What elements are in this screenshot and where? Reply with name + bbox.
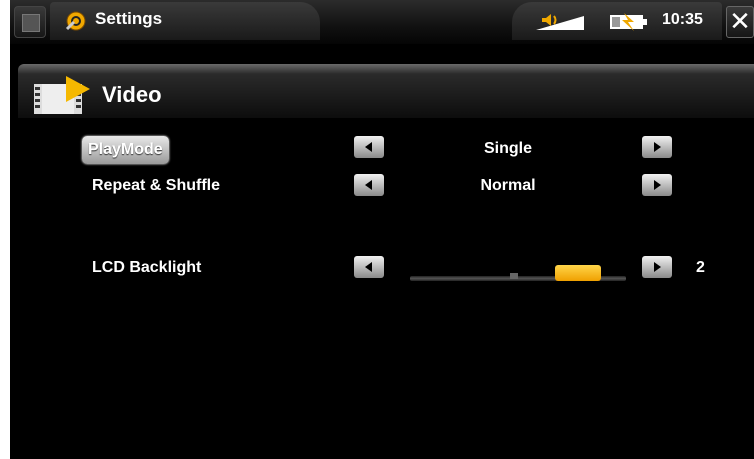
playmode-value: Single xyxy=(483,140,532,157)
playmode-prev-button[interactable] xyxy=(354,136,384,158)
section-title: Video xyxy=(102,82,162,107)
gear-icon xyxy=(65,11,86,31)
repeat-shuffle-prev-button[interactable] xyxy=(354,174,384,196)
lcd-backlight-increase-button[interactable] xyxy=(642,256,672,278)
header-divider xyxy=(18,64,754,74)
repeat-shuffle-label[interactable]: Repeat & Shuffle xyxy=(92,177,220,195)
repeat-shuffle-next-button[interactable] xyxy=(642,174,672,196)
repeat-shuffle-value: Normal xyxy=(480,177,536,194)
clock: 10:35 xyxy=(662,11,703,28)
speaker-icon xyxy=(536,14,584,30)
section-header: Video xyxy=(18,74,754,118)
status-tab: 10:35 xyxy=(512,2,722,40)
close-icon[interactable]: ✕ xyxy=(726,6,754,38)
lcd-backlight-decrease-button[interactable] xyxy=(354,256,384,278)
device-screen: Settings 10:35 ✕ Video PlayMode Single R… xyxy=(10,0,754,459)
slider-center-mark xyxy=(510,273,518,279)
film-icon xyxy=(34,76,90,114)
top-bar: Settings 10:35 ✕ xyxy=(10,0,754,44)
lcd-backlight-slider[interactable] xyxy=(410,265,626,281)
battery-icon xyxy=(610,13,647,31)
home-icon[interactable] xyxy=(14,6,46,38)
lcd-backlight-label[interactable]: LCD Backlight xyxy=(92,259,201,277)
app-title: Settings xyxy=(95,9,163,28)
playmode-label[interactable]: PlayMode xyxy=(82,136,169,164)
playmode-next-button[interactable] xyxy=(642,136,672,158)
slider-thumb[interactable] xyxy=(555,265,601,281)
lcd-backlight-value: 2 xyxy=(696,259,705,276)
app-tab: Settings xyxy=(50,2,320,40)
